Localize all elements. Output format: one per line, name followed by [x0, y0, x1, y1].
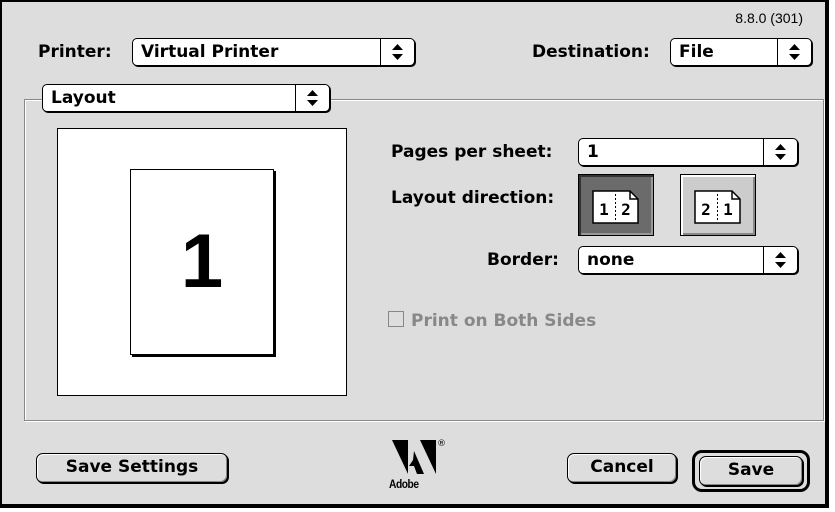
print-both-sides-row: Print on Both Sides	[388, 311, 596, 331]
version-label: 8.8.0 (301)	[735, 10, 803, 26]
save-settings-button[interactable]: Save Settings	[36, 453, 228, 483]
pages-rtl-icon: 2 1	[694, 190, 741, 224]
ltr-first-page: 1	[599, 200, 609, 219]
popup-arrows-icon	[295, 85, 329, 111]
destination-popup[interactable]: File	[670, 38, 812, 66]
popup-arrows-icon	[763, 247, 797, 273]
panel-popup[interactable]: Layout	[42, 84, 330, 112]
print-both-sides-checkbox[interactable]	[388, 311, 404, 327]
destination-label: Destination:	[532, 42, 650, 62]
popup-arrows-icon	[380, 39, 414, 65]
ltr-second-page: 2	[621, 200, 631, 219]
direction-ltr-button[interactable]: 1 2	[578, 174, 654, 236]
preview-page-number: 1	[180, 219, 224, 304]
preview-sheet: 1	[130, 169, 274, 355]
pages-per-sheet-popup[interactable]: 1	[578, 138, 798, 166]
print-dialog: 8.8.0 (301) Printer: Virtual Printer Des…	[0, 0, 829, 508]
layout-preview: 1	[57, 128, 347, 396]
adobe-logo-icon	[392, 440, 436, 474]
popup-arrows-icon	[763, 139, 797, 165]
adobe-brand-text: Adobe	[389, 477, 419, 491]
rtl-second-page: 1	[723, 200, 733, 219]
destination-value: File	[679, 42, 714, 62]
printer-label: Printer:	[38, 42, 112, 62]
printer-popup[interactable]: Virtual Printer	[132, 38, 415, 66]
print-both-sides-label: Print on Both Sides	[411, 311, 597, 331]
border-popup[interactable]: none	[578, 246, 798, 274]
pages-ltr-icon: 1 2	[592, 190, 639, 224]
printer-value: Virtual Printer	[141, 42, 279, 62]
border-label: Border:	[487, 250, 559, 270]
pages-per-sheet-label: Pages per sheet:	[391, 142, 553, 162]
popup-arrows-icon	[777, 39, 811, 65]
panel-value: Layout	[51, 88, 116, 108]
cancel-button[interactable]: Cancel	[567, 453, 677, 483]
direction-rtl-button[interactable]: 2 1	[680, 174, 756, 236]
save-button[interactable]: Save	[699, 456, 803, 486]
rtl-first-page: 2	[701, 200, 711, 219]
border-value: none	[587, 250, 635, 270]
registered-mark: ®	[437, 439, 446, 449]
pages-per-sheet-value: 1	[587, 142, 599, 162]
layout-direction-label: Layout direction:	[391, 188, 555, 208]
